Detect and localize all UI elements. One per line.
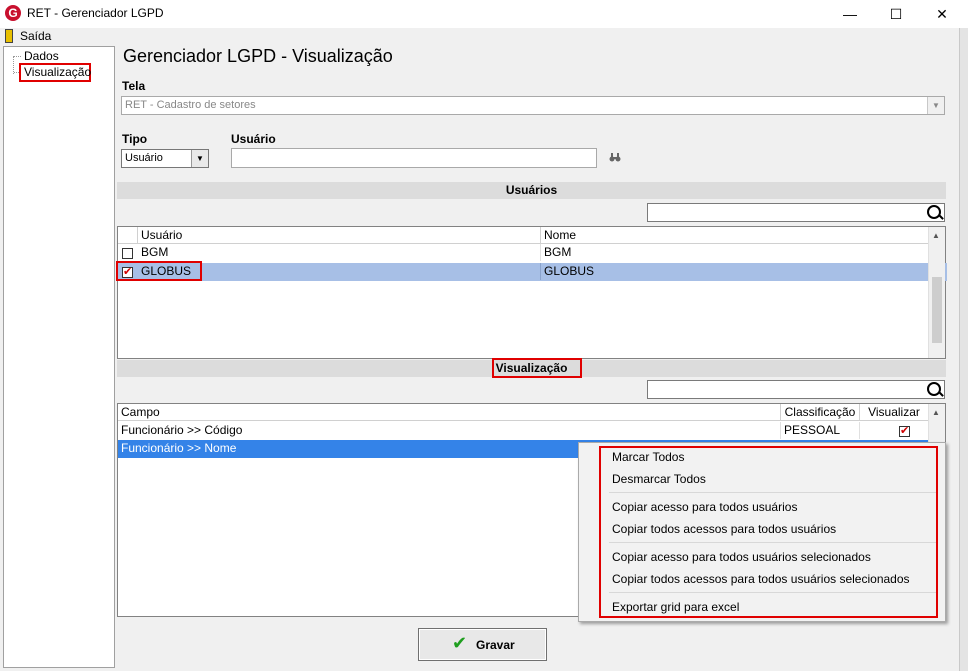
- tree-connector: [14, 56, 21, 58]
- usuario-input[interactable]: [231, 148, 597, 168]
- usuarios-grid: Usuário Nome BGM BGM GLOBUS GLOBUS ▲: [117, 226, 947, 359]
- chevron-up-icon[interactable]: ▲: [932, 408, 940, 417]
- cell-campo: Funcionário >> Código: [118, 422, 781, 439]
- tela-select[interactable]: RET - Cadastro de setores ▼: [121, 96, 945, 115]
- page-title: Gerenciador LGPD - Visualização: [123, 46, 393, 66]
- table-row-selected[interactable]: GLOBUS GLOBUS: [118, 263, 947, 281]
- column-header-visualizar[interactable]: Visualizar: [860, 404, 929, 421]
- tree-item-dados[interactable]: Dados: [24, 49, 59, 63]
- cell-classificacao: PESSOAL: [781, 422, 860, 439]
- column-header-classificacao[interactable]: Classificação: [781, 404, 860, 421]
- scrollbar-thumb[interactable]: [932, 277, 942, 343]
- chevron-up-icon[interactable]: ▲: [932, 231, 940, 240]
- row-checkbox[interactable]: [122, 248, 133, 259]
- cell-nome: BGM: [541, 244, 929, 261]
- binoculars-icon[interactable]: [609, 153, 621, 166]
- annotation-box: [599, 446, 938, 618]
- gravar-button[interactable]: ✔ Gravar: [418, 628, 547, 661]
- table-row[interactable]: Funcionário >> Código PESSOAL: [118, 422, 929, 440]
- cell-usuario: BGM: [138, 244, 541, 261]
- cell-nome: GLOBUS: [541, 263, 929, 280]
- tipo-select[interactable]: Usuário ▼: [121, 149, 209, 168]
- annotation-box: [116, 261, 202, 281]
- window-edge: [959, 28, 968, 671]
- tela-select-value: RET - Cadastro de setores: [125, 99, 256, 111]
- navigation-tree: [3, 46, 115, 668]
- usuario-label: Usuário: [231, 132, 276, 146]
- minimize-button[interactable]: —: [827, 0, 873, 28]
- tipo-select-value: Usuário: [125, 152, 163, 164]
- tipo-label: Tipo: [122, 132, 148, 146]
- gravar-label: Gravar: [476, 638, 515, 652]
- usuarios-section-header: Usuários: [117, 182, 946, 199]
- exit-door-icon[interactable]: [5, 29, 13, 43]
- chevron-down-icon[interactable]: ▼: [927, 97, 944, 114]
- chevron-down-icon[interactable]: ▼: [191, 150, 208, 167]
- usuarios-search-input[interactable]: [647, 203, 945, 222]
- menu-item-saida[interactable]: Saída: [20, 29, 51, 43]
- tree-item-visualizacao[interactable]: Visualização: [24, 65, 91, 79]
- maximize-button[interactable]: ☐: [873, 0, 919, 28]
- app-logo-icon: G: [5, 5, 21, 21]
- window-title: RET - Gerenciador LGPD: [27, 6, 164, 20]
- visualizar-checkbox[interactable]: [899, 424, 910, 437]
- tela-label: Tela: [122, 79, 146, 93]
- search-icon[interactable]: [927, 205, 941, 219]
- close-button[interactable]: ✕: [919, 0, 965, 28]
- column-header-campo[interactable]: Campo: [118, 404, 781, 421]
- annotation-box: [492, 358, 582, 378]
- usuarios-section-title: Usuários: [505, 183, 558, 197]
- table-row[interactable]: BGM BGM: [118, 244, 929, 262]
- vertical-scrollbar[interactable]: ▲: [928, 227, 945, 358]
- menu-bar: [0, 28, 968, 45]
- search-icon[interactable]: [927, 382, 941, 396]
- column-header-usuario[interactable]: Usuário: [138, 227, 541, 244]
- check-icon: ✔: [452, 633, 468, 653]
- visualizacao-search-input[interactable]: [647, 380, 945, 399]
- grid-header-spacer: [118, 227, 138, 244]
- column-header-nome[interactable]: Nome: [541, 227, 929, 244]
